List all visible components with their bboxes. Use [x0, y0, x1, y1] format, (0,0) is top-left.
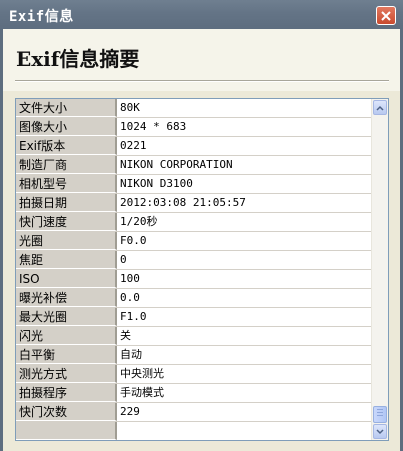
exif-label: 白平衡: [16, 346, 117, 364]
arrow-down-icon: [376, 428, 384, 434]
exif-list[interactable]: 文件大小 80K 图像大小 1024 * 683 Exif版本 0221 制造厂商 NI…: [15, 98, 389, 441]
exif-value: 0.0: [120, 291, 140, 304]
exif-rows: 文件大小 80K 图像大小 1024 * 683 Exif版本 0221 制造厂商 NI…: [16, 99, 373, 440]
arrow-up-icon: [376, 105, 384, 111]
separator: [15, 80, 389, 82]
exif-value: 手动模式: [120, 386, 164, 399]
page-title: Exif信息摘要: [16, 47, 140, 71]
exif-label: 闪光: [16, 327, 117, 345]
exif-value: F1.0: [120, 310, 147, 323]
exif-label: 曝光补偿: [16, 289, 117, 307]
exif-row[interactable]: 光圈 F0.0: [16, 232, 373, 251]
window-title: Exif信息: [9, 9, 74, 25]
exif-value: 自动: [120, 348, 142, 361]
close-icon: [381, 10, 391, 21]
exif-value: 229: [120, 405, 140, 418]
exif-label: [16, 422, 117, 440]
exif-label: 光圈: [16, 232, 117, 250]
scroll-up-button[interactable]: [373, 100, 387, 115]
exif-label: 焦距: [16, 251, 117, 269]
exif-label: 制造厂商: [16, 156, 117, 174]
window-titlebar: Exif信息: [0, 0, 403, 30]
exif-label: Exif版本: [16, 137, 117, 155]
exif-value: 1/20秒: [120, 215, 158, 228]
exif-label: 拍摄程序: [16, 384, 117, 402]
exif-row[interactable]: 图像大小 1024 * 683: [16, 118, 373, 137]
exif-label: 快门速度: [16, 213, 117, 231]
exif-row[interactable]: 闪光关: [16, 327, 373, 346]
exif-label: 最大光圈: [16, 308, 117, 326]
exif-label: 测光方式: [16, 365, 117, 383]
exif-row[interactable]: Exif版本 0221: [16, 137, 373, 156]
exif-value: 100: [120, 272, 140, 285]
exif-label: 图像大小: [16, 118, 117, 136]
exif-value: 中央测光: [120, 367, 164, 380]
exif-row[interactable]: 白平衡 自动: [16, 346, 373, 365]
exif-value: F0.0: [120, 234, 147, 247]
exif-label: ISO: [16, 270, 117, 288]
exif-value: 0: [120, 253, 127, 266]
exif-label: 快门次数: [16, 403, 117, 421]
exif-row[interactable]: 拍摄程序 手动模式: [16, 384, 373, 403]
exif-value: 0221: [120, 139, 147, 152]
exif-row[interactable]: [16, 422, 373, 440]
close-button[interactable]: [376, 6, 396, 25]
scroll-down-button[interactable]: [373, 424, 387, 439]
exif-row[interactable]: 焦距 0: [16, 251, 373, 270]
exif-value: 80K: [120, 101, 140, 114]
exif-row[interactable]: 制造厂商 NIKON CORPORATION: [16, 156, 373, 175]
exif-row[interactable]: 快门速度 1/20秒: [16, 213, 373, 232]
exif-row[interactable]: 文件大小 80K: [16, 99, 373, 118]
exif-row[interactable]: 相机型号 NIKON D3100: [16, 175, 373, 194]
exif-value: 2012:03:08 21:05:57: [120, 196, 246, 209]
exif-value: NIKON CORPORATION: [120, 158, 233, 171]
exif-value: [117, 422, 373, 440]
exif-row[interactable]: 拍摄日期 2012:03:08 21:05:57: [16, 194, 373, 213]
exif-value: 关: [120, 329, 131, 342]
exif-row[interactable]: 曝光补偿 0.0: [16, 289, 373, 308]
exif-row[interactable]: 快门次数 229: [16, 403, 373, 422]
exif-row[interactable]: 最大光圈 F1.0: [16, 308, 373, 327]
vertical-scrollbar[interactable]: [371, 99, 388, 440]
exif-value: 1024 * 683: [120, 120, 187, 133]
exif-row[interactable]: 测光方式 中央测光: [16, 365, 373, 384]
exif-value: NIKON D3100: [120, 177, 193, 190]
exif-label: 文件大小: [16, 99, 117, 117]
exif-row[interactable]: ISO 100: [16, 270, 373, 289]
exif-label: 拍摄日期: [16, 194, 117, 212]
scroll-thumb[interactable]: [373, 406, 387, 423]
exif-label: 相机型号: [16, 175, 117, 193]
window-frame-left: [0, 29, 3, 451]
